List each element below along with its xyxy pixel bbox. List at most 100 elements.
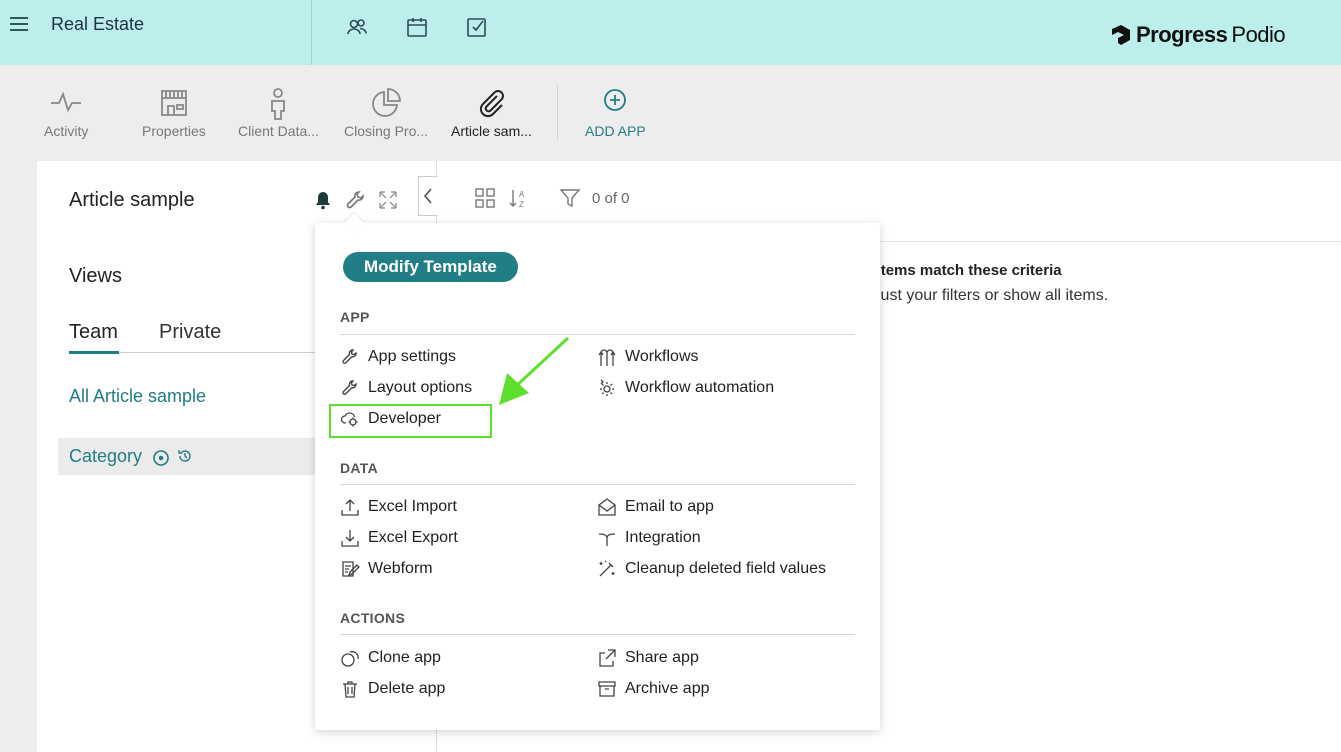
menu-item-label: Cleanup deleted field values bbox=[625, 560, 827, 577]
app-tab-label: Activity bbox=[44, 123, 89, 139]
contacts-icon[interactable] bbox=[345, 15, 369, 39]
menu-item-label: Layout options bbox=[368, 379, 473, 396]
section-title-app: APP bbox=[340, 309, 370, 325]
views-title: Views bbox=[69, 265, 122, 287]
activity-icon bbox=[44, 87, 88, 123]
appbar-divider bbox=[557, 85, 558, 140]
add-app-button[interactable]: ADD APP bbox=[585, 87, 646, 139]
menu-item-workflows[interactable]: Workflows bbox=[597, 346, 699, 368]
menu-item-label: Integration bbox=[625, 529, 701, 546]
clone-icon bbox=[340, 648, 360, 668]
app-tools-menu: Modify Template APP App settings Layout … bbox=[315, 213, 880, 730]
menu-item-archive-app[interactable]: Archive app bbox=[597, 678, 710, 700]
section-title-data: DATA bbox=[340, 460, 379, 476]
menu-item-label: Share app bbox=[625, 649, 699, 666]
webform-icon bbox=[340, 559, 360, 579]
menu-item-excel-export[interactable]: Excel Export bbox=[340, 527, 458, 549]
tab-private[interactable]: Private bbox=[159, 321, 221, 344]
menu-item-layout-options[interactable]: Layout options bbox=[340, 377, 472, 399]
integration-icon bbox=[597, 528, 617, 548]
app-tab-label: Article sam... bbox=[451, 123, 532, 139]
active-tab-underline bbox=[69, 351, 119, 354]
svg-text:A: A bbox=[519, 190, 525, 199]
plus-circle-icon bbox=[585, 87, 646, 123]
sort-az-icon[interactable]: AZ bbox=[507, 187, 529, 209]
brand-light: Podio bbox=[1231, 22, 1286, 47]
menu-item-label: Workflows bbox=[625, 348, 699, 365]
menu-item-email-to-app[interactable]: Email to app bbox=[597, 496, 714, 518]
section-divider bbox=[340, 634, 855, 635]
app-bar: Activity Properties Client Data... Closi… bbox=[0, 65, 1341, 161]
filter-count: 0 of 0 bbox=[592, 190, 630, 207]
app-tab-label: Closing Pro... bbox=[344, 123, 429, 139]
app-title: Article sample bbox=[69, 189, 195, 211]
workspace-title[interactable]: Real Estate bbox=[51, 14, 144, 35]
hamburger-icon[interactable] bbox=[10, 17, 28, 31]
menu-item-clone-app[interactable]: Clone app bbox=[340, 647, 441, 669]
grid-view-icon[interactable] bbox=[474, 187, 496, 209]
workflow-arrows-icon bbox=[597, 347, 617, 367]
history-icon[interactable] bbox=[177, 448, 193, 464]
tab-team[interactable]: Team bbox=[69, 321, 118, 344]
gear-automation-icon bbox=[597, 378, 617, 398]
app-tab-label: Client Data... bbox=[238, 123, 319, 139]
app-tab-label: Properties bbox=[142, 123, 206, 139]
section-divider bbox=[340, 334, 855, 335]
progress-podio-logo[interactable]: Progress Podio bbox=[1108, 22, 1286, 48]
section-divider bbox=[340, 484, 855, 485]
menu-item-integration[interactable]: Integration bbox=[597, 527, 701, 549]
share-icon bbox=[597, 648, 617, 668]
svg-text:Z: Z bbox=[519, 200, 524, 209]
modify-template-button[interactable]: Modify Template bbox=[343, 252, 518, 282]
menu-item-label: Webform bbox=[368, 560, 433, 577]
expand-icon[interactable] bbox=[377, 189, 399, 211]
brand-bold: Progress bbox=[1136, 22, 1228, 47]
all-items-view-link[interactable]: All Article sample bbox=[69, 386, 206, 407]
app-tab-client-data[interactable]: Client Data... bbox=[238, 87, 319, 139]
pie-icon bbox=[344, 87, 428, 123]
app-tab-activity[interactable]: Activity bbox=[44, 87, 88, 139]
trash-icon bbox=[340, 679, 360, 699]
app-tab-article-sample[interactable]: Article sam... bbox=[451, 87, 532, 139]
download-icon bbox=[340, 528, 360, 548]
clock-dot-icon[interactable] bbox=[152, 449, 170, 467]
menu-item-label: Email to app bbox=[625, 498, 714, 515]
filter-icon[interactable] bbox=[559, 187, 581, 209]
tasks-icon[interactable] bbox=[465, 15, 489, 39]
menu-item-label: Archive app bbox=[625, 680, 710, 697]
category-label: Category bbox=[69, 446, 143, 466]
category-view-row[interactable]: Category bbox=[58, 438, 318, 475]
top-bar: Real Estate Progress Podio bbox=[0, 0, 1341, 65]
wrench-icon bbox=[340, 378, 360, 398]
green-arrow-annotation bbox=[499, 336, 570, 405]
menu-item-app-settings[interactable]: App settings bbox=[340, 346, 456, 368]
menu-item-label: Clone app bbox=[368, 649, 441, 666]
wrench-icon[interactable] bbox=[345, 189, 367, 211]
person-icon bbox=[238, 87, 319, 123]
bell-icon[interactable] bbox=[312, 189, 334, 211]
menu-item-label: App settings bbox=[368, 348, 457, 365]
collapse-sidebar-button[interactable] bbox=[418, 176, 438, 216]
menu-item-excel-import[interactable]: Excel Import bbox=[340, 496, 457, 518]
paperclip-icon bbox=[451, 87, 532, 123]
menu-item-delete-app[interactable]: Delete app bbox=[340, 678, 445, 700]
calendar-icon[interactable] bbox=[405, 15, 429, 39]
menu-item-share-app[interactable]: Share app bbox=[597, 647, 699, 669]
menu-item-label: Excel Import bbox=[368, 498, 457, 515]
add-app-label: ADD APP bbox=[585, 123, 646, 139]
section-title-actions: ACTIONS bbox=[340, 610, 406, 626]
upload-icon bbox=[340, 497, 360, 517]
store-icon bbox=[142, 87, 206, 123]
app-tab-properties[interactable]: Properties bbox=[142, 87, 206, 139]
menu-item-label: Excel Export bbox=[368, 529, 458, 546]
menu-item-workflow-automation[interactable]: Workflow automation bbox=[597, 377, 774, 399]
menu-item-label: Delete app bbox=[368, 680, 446, 697]
archive-icon bbox=[597, 679, 617, 699]
chevron-left-icon bbox=[423, 188, 432, 204]
app-tab-closing-process[interactable]: Closing Pro... bbox=[344, 87, 428, 139]
developer-highlight-box bbox=[329, 404, 492, 438]
menu-item-webform[interactable]: Webform bbox=[340, 558, 433, 580]
wrench-icon bbox=[340, 347, 360, 367]
menu-item-cleanup-deleted-field-values[interactable]: Cleanup deleted field values bbox=[597, 558, 826, 580]
progress-logo-icon bbox=[1112, 25, 1130, 45]
